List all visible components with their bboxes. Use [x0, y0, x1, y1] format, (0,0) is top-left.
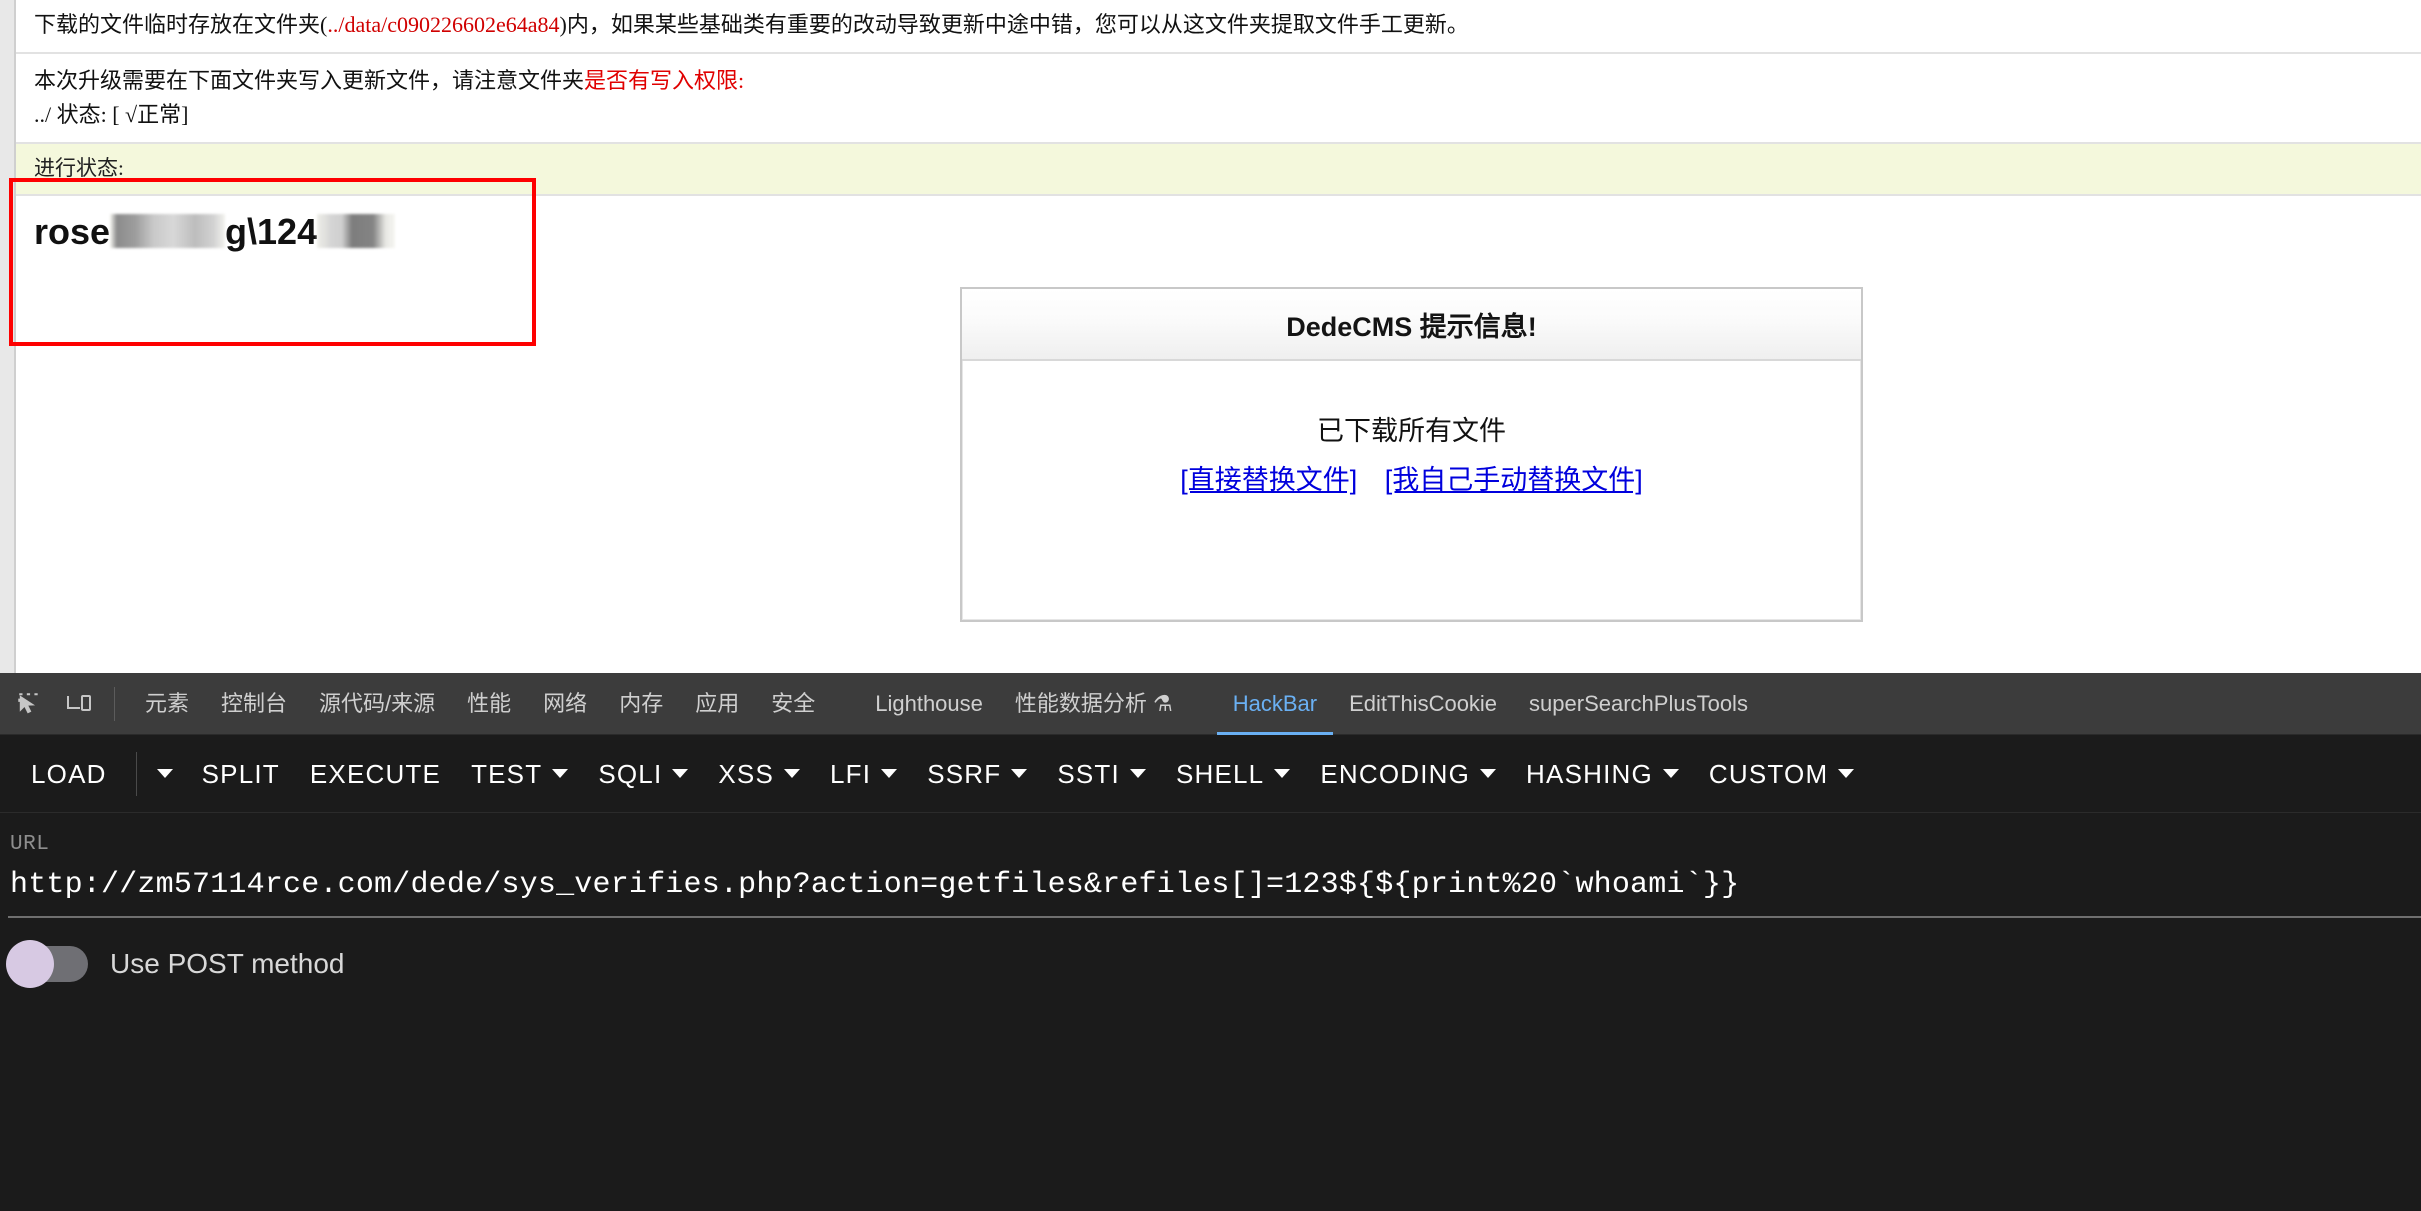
chevron-down-icon [881, 769, 897, 778]
url-field-label: URL [6, 833, 2421, 856]
devtools-tab-list: 元素控制台源代码/来源性能网络内存应用安全 Lighthouse性能数据分析 ⚗ H… [129, 673, 1764, 735]
devtools-tab-[interactable]: 源代码/来源 [303, 673, 451, 735]
hackbar-button-label: SSTI [1057, 735, 1120, 813]
toggle-knob [6, 940, 54, 988]
progress-status-band: 进行状态: [16, 144, 2421, 196]
hackbar-button-hashing[interactable]: HASHING [1511, 735, 1694, 813]
dedecms-dialog-body: 已下载所有文件 [直接替换文件] [我自己手动替换文件] [962, 361, 1861, 497]
devtools-tab-supersearchplustools[interactable]: superSearchPlusTools [1513, 673, 1764, 735]
chevron-down-icon [1274, 769, 1290, 778]
notice-row-download-folder: 下载的文件临时存放在文件夹(../data/c090226602e64a84)内… [16, 0, 2421, 54]
hackbar-toolbar-divider [136, 752, 137, 796]
hackbar-options-row: Use POST method [0, 946, 2421, 982]
hackbar-button-sqli[interactable]: SQLI [583, 735, 703, 813]
redaction-block-1 [110, 214, 225, 248]
use-post-method-label: Use POST method [110, 948, 344, 980]
chevron-down-icon [1130, 769, 1146, 778]
chevron-down-icon [1663, 769, 1679, 778]
progress-status-label: 进行状态: [34, 156, 124, 180]
devtools-tab-[interactable]: 网络 [527, 673, 603, 735]
devtools-tab-[interactable]: 安全 [755, 673, 831, 735]
devtools-tab-[interactable]: 性能 [451, 673, 527, 735]
notice-temp-path: ../data/c090226602e64a84 [327, 12, 559, 37]
devtools-tabbar: 元素控制台源代码/来源性能网络内存应用安全 Lighthouse性能数据分析 ⚗ H… [0, 673, 2421, 735]
whoami-output-line: rose g\124 [34, 210, 2403, 253]
manual-replace-files-link[interactable]: [我自己手动替换文件] [1385, 465, 1643, 495]
hackbar-button-label: ENCODING [1320, 735, 1470, 813]
hackbar-button-label: SPLIT [202, 735, 280, 813]
hackbar-panel: LOAD SPLIT EXECUTE TEST SQLI XSS LFI SSRF SSTI SH… [0, 735, 2421, 1211]
notice-permission-warning: 是否有写入权限: [584, 68, 744, 93]
hackbar-button-test[interactable]: TEST [456, 735, 583, 813]
notice-text-b: )内，如果某些基础类有重要的改动导致更新中途中错，您可以从这文件夹提取文件手工更… [560, 12, 1469, 37]
hackbar-button-xss[interactable]: XSS [703, 735, 815, 813]
output-text-middle: g\124 [225, 211, 317, 253]
hackbar-button-label: SQLI [598, 735, 662, 813]
hackbar-button-label: SSRF [927, 735, 1001, 813]
hackbar-button-label: CUSTOM [1709, 735, 1828, 813]
hackbar-url-block: URL [0, 813, 2421, 918]
devtools-tab-[interactable]: 性能数据分析 ⚗ [999, 673, 1189, 735]
hackbar-button-label: LOAD [31, 735, 107, 813]
chevron-down-icon [1480, 769, 1496, 778]
hackbar-button-label: HASHING [1526, 735, 1653, 813]
devtools-tab-[interactable]: 应用 [679, 673, 755, 735]
hackbar-button-load[interactable]: LOAD [16, 735, 122, 813]
hackbar-button-label: EXECUTE [310, 735, 441, 813]
replace-files-link[interactable]: [直接替换文件] [1180, 465, 1357, 495]
page-content: 下载的文件临时存放在文件夹(../data/c090226602e64a84)内… [14, 0, 2421, 673]
hackbar-button-label: XSS [718, 735, 774, 813]
notice-folder-status: ../ 状态: [ √正常] [34, 98, 2403, 132]
use-post-method-toggle[interactable] [8, 946, 88, 982]
devtools-tab-lighthouse[interactable]: Lighthouse [859, 673, 999, 735]
hackbar-button-label: TEST [471, 735, 542, 813]
dedecms-message-dialog: DedeCMS 提示信息! 已下载所有文件 [直接替换文件] [我自己手动替换文… [960, 287, 1863, 622]
device-toolbar-icon[interactable] [56, 681, 102, 727]
devtools-panel: 元素控制台源代码/来源性能网络内存应用安全 Lighthouse性能数据分析 ⚗ H… [0, 673, 2421, 1211]
redaction-block-2 [317, 214, 395, 248]
inspect-element-icon[interactable] [6, 681, 52, 727]
hackbar-button-ssti[interactable]: SSTI [1042, 735, 1161, 813]
hackbar-button-label: LFI [830, 735, 871, 813]
dedecms-dialog-actions: [直接替换文件] [我自己手动替换文件] [962, 458, 1861, 497]
hackbar-button-label: SHELL [1176, 735, 1264, 813]
notice-text-a: 下载的文件临时存放在文件夹( [34, 12, 327, 37]
chevron-down-icon [157, 769, 173, 778]
chevron-down-icon [1011, 769, 1027, 778]
url-input-underline [8, 916, 2421, 918]
chevron-down-icon [1838, 769, 1854, 778]
hackbar-button-split[interactable]: SPLIT [187, 735, 295, 813]
hackbar-button-execute[interactable]: EXECUTE [295, 735, 456, 813]
devtools-toolbar-divider [114, 687, 115, 721]
chevron-down-icon [672, 769, 688, 778]
dedecms-dialog-message: 已下载所有文件 [962, 409, 1861, 448]
chevron-down-icon [552, 769, 568, 778]
chevron-down-icon [784, 769, 800, 778]
load-dropdown-icon[interactable] [143, 735, 187, 813]
hackbar-toolbar: LOAD SPLIT EXECUTE TEST SQLI XSS LFI SSRF SSTI SH… [0, 735, 2421, 813]
devtools-tab-editthiscookie[interactable]: EditThisCookie [1333, 673, 1513, 735]
hackbar-button-encoding[interactable]: ENCODING [1305, 735, 1511, 813]
devtools-tab-[interactable]: 控制台 [205, 673, 303, 735]
devtools-tab-[interactable]: 内存 [603, 673, 679, 735]
devtools-tab-[interactable]: 元素 [129, 673, 205, 735]
hackbar-button-shell[interactable]: SHELL [1161, 735, 1305, 813]
notice-permission-line: 本次升级需要在下面文件夹写入更新文件，请注意文件夹是否有写入权限: [34, 64, 2403, 98]
url-input[interactable] [6, 856, 2421, 916]
hackbar-button-lfi[interactable]: LFI [815, 735, 912, 813]
notice-permission-text: 本次升级需要在下面文件夹写入更新文件，请注意文件夹 [34, 68, 584, 93]
notice-row-write-permission: 本次升级需要在下面文件夹写入更新文件，请注意文件夹是否有写入权限: ../ 状态… [16, 54, 2421, 144]
browser-page-viewport: 下载的文件临时存放在文件夹(../data/c090226602e64a84)内… [0, 0, 2421, 673]
hackbar-button-ssrf[interactable]: SSRF [912, 735, 1042, 813]
dedecms-dialog-title: DedeCMS 提示信息! [962, 289, 1861, 361]
output-text-prefix: rose [34, 211, 110, 253]
devtools-tab-hackbar[interactable]: HackBar [1217, 673, 1333, 735]
hackbar-button-custom[interactable]: CUSTOM [1694, 735, 1869, 813]
